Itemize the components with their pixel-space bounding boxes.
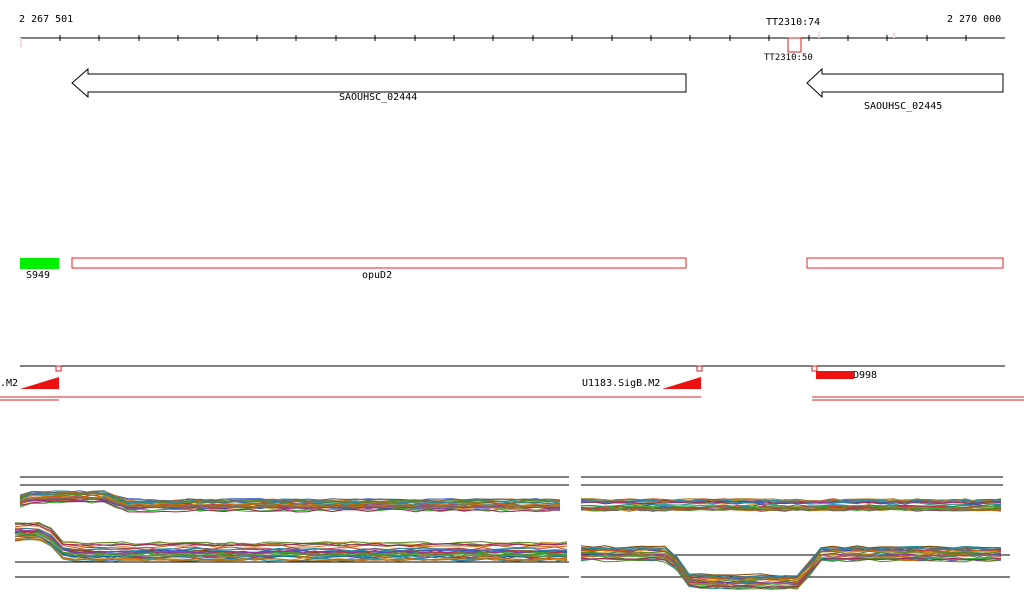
expression-trace <box>14 522 568 546</box>
feature-right[interactable] <box>806 257 1004 269</box>
ruler-marker-tick <box>893 32 895 38</box>
feature-opud2[interactable] <box>71 257 687 269</box>
expression-profile-track <box>14 476 1010 590</box>
tss-box-d998 <box>811 365 818 372</box>
genome-track-viewer[interactable] <box>0 0 1024 611</box>
tss-wedge-left[interactable] <box>20 377 59 389</box>
gene-arrow-02444[interactable] <box>71 67 687 99</box>
tss-wedge-u1183[interactable] <box>662 377 701 389</box>
tss-box-left <box>55 365 62 372</box>
gene-track <box>71 67 1004 99</box>
feature-s949[interactable] <box>20 258 59 269</box>
tss-bar-d998[interactable] <box>816 371 854 379</box>
ruler-marker-tick <box>818 32 820 38</box>
coordinate-ruler <box>20 32 1005 53</box>
tss-box-u1183 <box>696 365 703 372</box>
ruler-highlight-marker[interactable] <box>787 37 802 53</box>
feature-track <box>20 257 1004 269</box>
gene-arrow-02445[interactable] <box>806 67 1004 99</box>
ruler-start-marker <box>20 38 22 47</box>
promoter-track <box>0 365 1024 401</box>
